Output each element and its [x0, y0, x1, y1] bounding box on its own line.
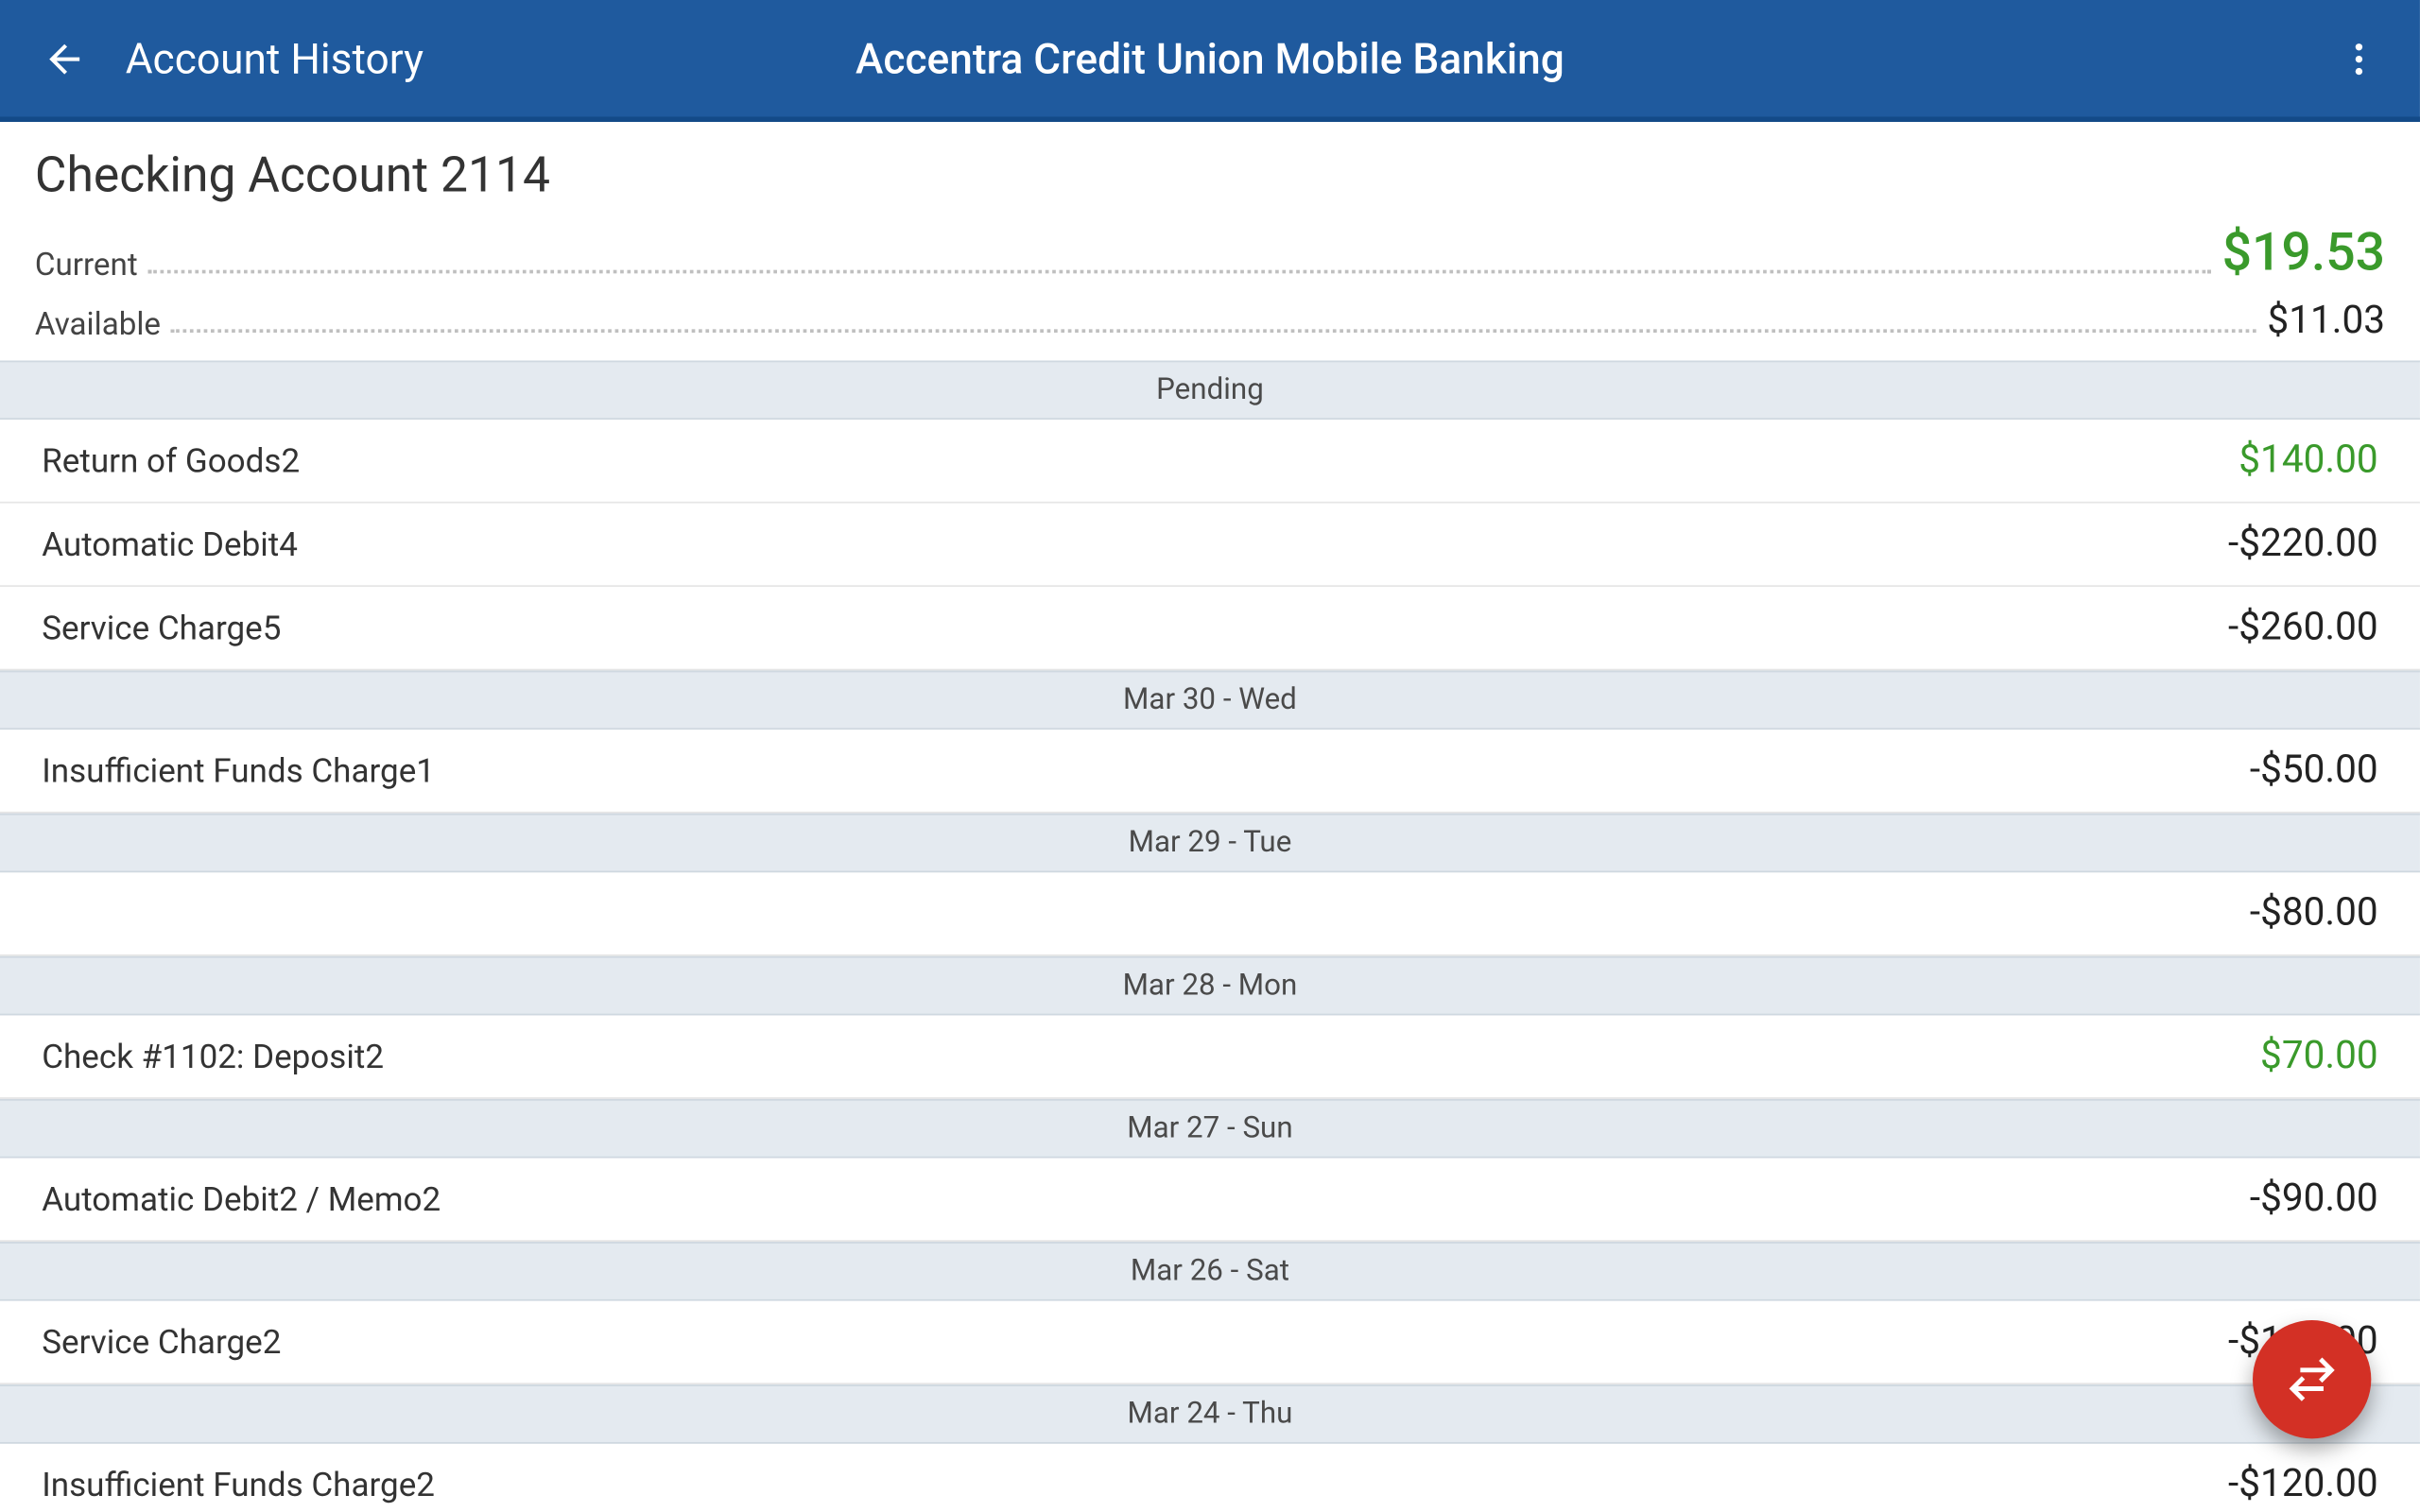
back-arrow-icon	[42, 36, 87, 81]
transfer-fab[interactable]	[2253, 1320, 2371, 1438]
transaction-description: Automatic Debit2 / Memo2	[42, 1179, 441, 1219]
transaction-description: Return of Goods2	[42, 440, 300, 480]
transaction-row[interactable]: Insufficient Funds Charge2 -$120.00	[0, 1444, 2420, 1512]
transaction-row[interactable]: Check #1102: Deposit2 $70.00	[0, 1015, 2420, 1098]
transaction-description: Service Charge2	[42, 1322, 281, 1362]
transaction-amount: -$260.00	[2228, 606, 2378, 649]
date-section-header: Mar 30 - Wed	[0, 671, 2420, 730]
available-balance-row: Available $11.03	[35, 284, 2385, 343]
transaction-amount: -$220.00	[2228, 523, 2378, 566]
transaction-amount: -$50.00	[2250, 748, 2378, 792]
dotted-leader	[148, 270, 2212, 274]
transaction-description: Insufficient Funds Charge1	[42, 750, 435, 790]
transaction-description: Insufficient Funds Charge2	[42, 1465, 435, 1504]
transaction-row[interactable]: Insufficient Funds Charge1 -$50.00	[0, 730, 2420, 813]
transaction-amount: $70.00	[2260, 1035, 2378, 1078]
transaction-amount: -$120.00	[2228, 1463, 2378, 1506]
screen-title: Account History	[126, 34, 424, 83]
transaction-row[interactable]: Service Charge5 -$260.00	[0, 587, 2420, 670]
transaction-description: Service Charge5	[42, 608, 281, 647]
back-button[interactable]	[35, 28, 95, 88]
available-balance-value: $11.03	[2267, 300, 2385, 343]
available-balance-label: Available	[35, 306, 161, 343]
transaction-description: Automatic Debit4	[42, 524, 298, 564]
transaction-amount: $140.00	[2238, 438, 2377, 482]
transaction-row[interactable]: Automatic Debit2 / Memo2 -$90.00	[0, 1159, 2420, 1242]
date-section-header: Mar 26 - Sat	[0, 1242, 2420, 1301]
transaction-description: Check #1102: Deposit2	[42, 1037, 384, 1076]
transaction-amount: -$80.00	[2250, 892, 2378, 936]
date-section-header: Mar 27 - Sun	[0, 1099, 2420, 1159]
transaction-row[interactable]: Return of Goods2 $140.00	[0, 420, 2420, 503]
current-balance-label: Current	[35, 248, 138, 284]
transaction-row[interactable]: -$80.00	[0, 872, 2420, 955]
date-section-header: Mar 28 - Mon	[0, 956, 2420, 1016]
dotted-leader	[171, 329, 2256, 333]
transfer-icon	[2284, 1351, 2340, 1407]
transaction-row[interactable]: Automatic Debit4 -$220.00	[0, 504, 2420, 587]
date-section-header: Pending	[0, 361, 2420, 421]
transaction-amount: -$90.00	[2250, 1177, 2378, 1221]
more-vert-icon	[2338, 38, 2379, 79]
account-header: Checking Account 2114 Current $19.53 Ava…	[0, 122, 2420, 360]
date-section-header: Mar 24 - Thu	[0, 1384, 2420, 1444]
current-balance-value: $19.53	[2222, 223, 2385, 284]
account-name: Checking Account 2114	[35, 146, 2385, 204]
transaction-list[interactable]: Pending Return of Goods2 $140.00 Automatic …	[0, 361, 2420, 1512]
current-balance-row: Current $19.53	[35, 225, 2385, 284]
overflow-menu-button[interactable]	[2329, 0, 2389, 116]
app-bar: Account History Accentra Credit Union Mo…	[0, 0, 2420, 122]
transaction-row[interactable]: Service Charge2-$110.00	[0, 1301, 2420, 1384]
date-section-header: Mar 29 - Tue	[0, 814, 2420, 873]
